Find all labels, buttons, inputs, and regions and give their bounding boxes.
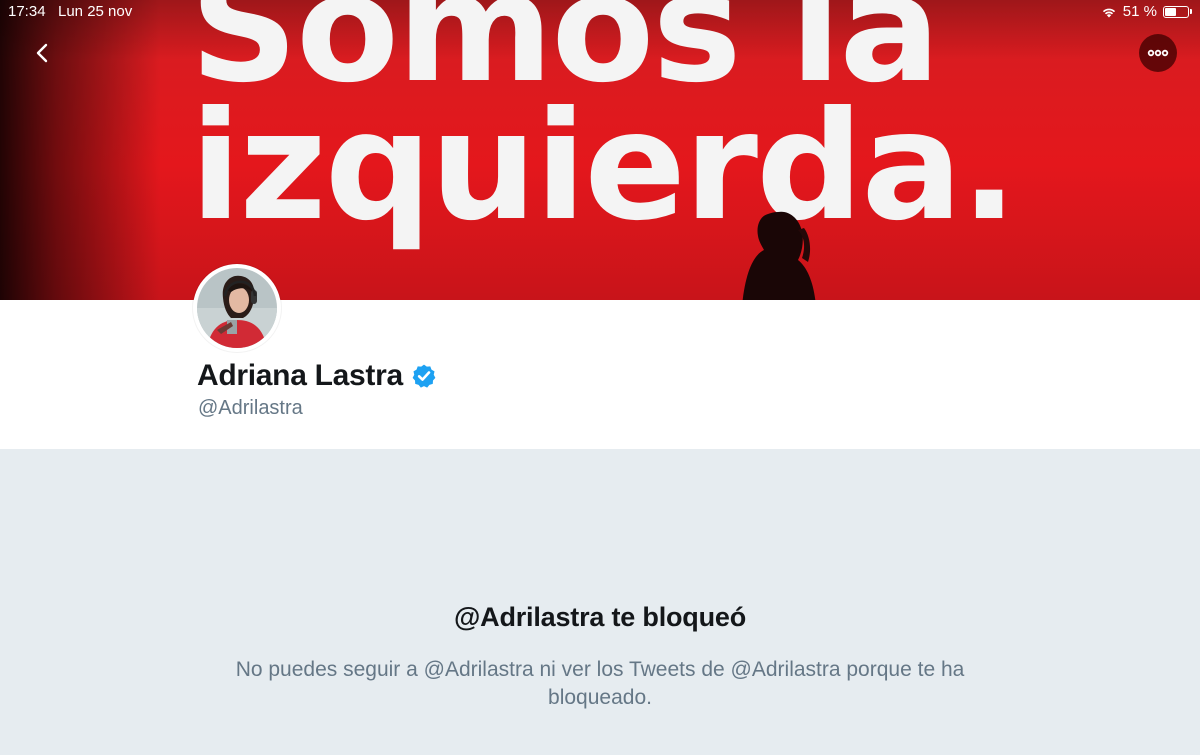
- profile-header: [0, 300, 1200, 449]
- blocked-message: No puedes seguir a @Adrilastra ni ver lo…: [235, 658, 965, 709]
- profile-handle: @Adrilastra: [198, 397, 303, 419]
- battery-cap: [1190, 9, 1192, 14]
- person-silhouette: [742, 211, 816, 300]
- profile-name-row: Adriana Lastra: [197, 359, 437, 393]
- status-time: 17:34: [8, 3, 46, 20]
- battery-icon: [1163, 5, 1189, 18]
- battery-percent: 51 %: [1122, 3, 1157, 20]
- chevron-left-icon: [36, 43, 48, 63]
- status-bar: 17:34 Lun 25 nov 51 %: [0, 0, 1200, 24]
- avatar-image: [197, 268, 277, 348]
- avatar[interactable]: [193, 264, 281, 352]
- battery-level: [1165, 7, 1176, 16]
- verified-badge-icon: [412, 364, 436, 388]
- profile-banner: Somos la izquierda.: [0, 0, 1200, 300]
- avatar-photo: [197, 268, 277, 348]
- banner-slogan: Somos la izquierda.: [190, 0, 1018, 254]
- back-button[interactable]: [26, 36, 58, 70]
- wifi-icon: [1102, 8, 1115, 17]
- blocked-title: @Adrilastra te bloqueó: [454, 602, 746, 632]
- status-indicators: 51 %: [1101, 3, 1192, 20]
- profile-name: Adriana Lastra: [197, 359, 403, 392]
- more-options-button[interactable]: [1139, 34, 1177, 72]
- status-date: Lun 25 nov: [58, 3, 133, 20]
- more-horizontal-icon: [1147, 49, 1169, 57]
